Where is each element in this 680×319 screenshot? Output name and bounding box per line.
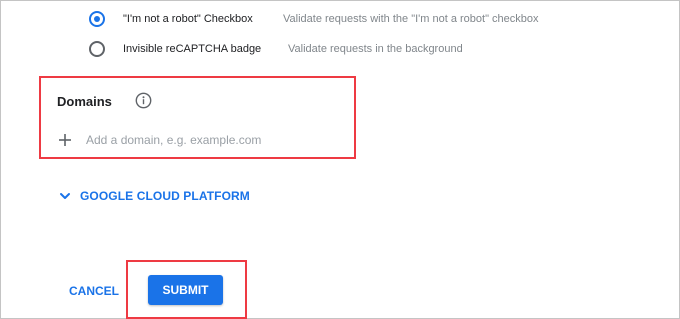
plus-icon[interactable] [58, 133, 72, 147]
cancel-button[interactable]: CANCEL [63, 280, 125, 302]
radio-button-invisible[interactable] [89, 41, 105, 57]
radio-button-checkbox[interactable] [89, 11, 105, 27]
radio-description-checkbox: Validate requests with the "I'm not a ro… [283, 13, 539, 25]
google-cloud-platform-expander[interactable]: GOOGLE CLOUD PLATFORM [59, 187, 250, 205]
radio-option-checkbox[interactable]: "I'm not a robot" Checkbox Validate requ… [89, 8, 539, 30]
submit-highlight-box: SUBMIT [126, 260, 247, 319]
domains-section: Domains [39, 76, 356, 159]
radio-option-invisible[interactable]: Invisible reCAPTCHA badge Validate reque… [89, 38, 463, 60]
recaptcha-registration-panel: "I'm not a robot" Checkbox Validate requ… [0, 0, 680, 319]
radio-description-invisible: Validate requests in the background [288, 43, 463, 55]
domains-title: Domains [57, 94, 112, 109]
domain-input[interactable] [86, 130, 336, 150]
submit-button[interactable]: SUBMIT [148, 275, 223, 305]
info-icon[interactable] [135, 92, 152, 109]
google-cloud-platform-label: GOOGLE CLOUD PLATFORM [80, 189, 250, 203]
radio-label-checkbox: "I'm not a robot" Checkbox [123, 13, 253, 25]
radio-label-invisible: Invisible reCAPTCHA badge [123, 43, 262, 55]
chevron-down-icon [60, 193, 70, 199]
